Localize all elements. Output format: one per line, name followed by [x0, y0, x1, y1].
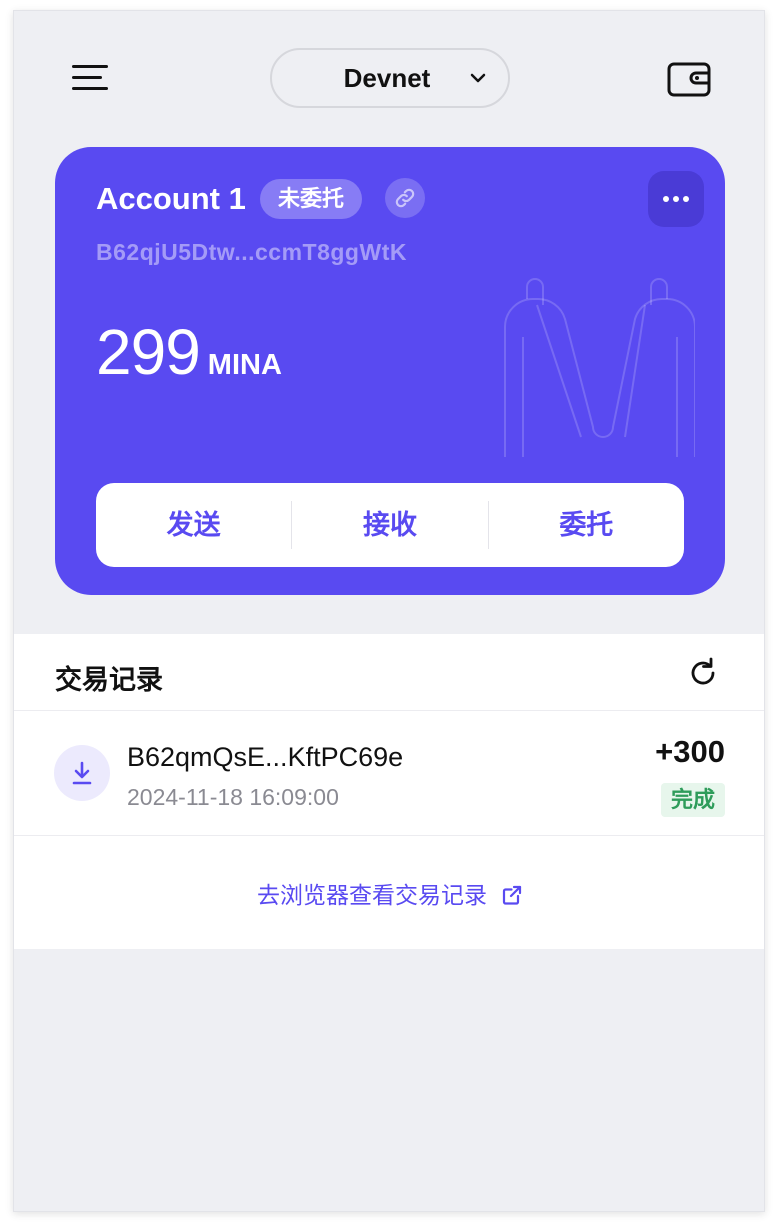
transaction-address: B62qmQsE...KftPC69e	[127, 742, 404, 772]
more-dots-icon	[663, 196, 689, 202]
download-icon	[72, 761, 92, 785]
wallet-icon	[667, 62, 711, 97]
refresh-icon	[691, 657, 715, 685]
account-card: Account 1 未委托 B62qjU5Dtw...ccmT8ggWtK 29…	[55, 147, 725, 595]
transaction-time: 2024-11-18 16:09:00	[127, 784, 339, 810]
transaction-header: 交易记录	[14, 634, 764, 711]
link-icon	[395, 188, 415, 208]
action-bar: 发送 接收 委托	[96, 483, 684, 567]
delegation-status-badge: 未委托	[260, 179, 363, 219]
account-name: Account 1	[96, 181, 246, 216]
network-selector[interactable]: Devnet	[270, 48, 510, 108]
transaction-row[interactable]: B62qmQsE...KftPC69e 2024-11-18 16:09:00 …	[14, 711, 764, 836]
transaction-title: 交易记录	[55, 665, 163, 695]
menu-line	[72, 65, 108, 68]
menu-button[interactable]	[70, 61, 110, 95]
receive-button[interactable]: 接收	[292, 483, 487, 567]
more-options-button[interactable]	[648, 171, 704, 227]
menu-line	[72, 87, 108, 90]
wallet-popup: Devnet Account 1 未委托 B62qjU5Dtw...ccmT8g…	[13, 10, 765, 1212]
chevron-down-icon	[470, 73, 486, 83]
menu-line	[72, 76, 102, 79]
wallet-button[interactable]	[666, 59, 712, 99]
balance-amount: 299	[96, 316, 201, 388]
transaction-history-panel: 交易记录 B62qmQsE...KftPC69e 2024-11-18 16:0…	[14, 634, 764, 949]
mina-logo-watermark	[504, 278, 695, 457]
balance: 299 MINA	[96, 315, 282, 389]
explorer-link-label: 去浏览器查看交易记录	[257, 882, 487, 908]
external-link-icon	[502, 885, 522, 905]
refresh-button[interactable]	[686, 656, 720, 690]
send-button[interactable]: 发送	[96, 483, 291, 567]
link-button[interactable]	[385, 178, 425, 218]
account-address[interactable]: B62qjU5Dtw...ccmT8ggWtK	[96, 239, 407, 266]
transaction-status-badge: 完成	[660, 783, 725, 817]
explorer-link[interactable]: 去浏览器查看交易记录	[14, 876, 764, 910]
network-label: Devnet	[343, 62, 431, 93]
balance-unit: MINA	[207, 349, 282, 381]
delegate-button[interactable]: 委托	[489, 483, 684, 567]
transaction-type-badge	[54, 745, 110, 801]
transaction-amount: +300	[655, 734, 725, 769]
